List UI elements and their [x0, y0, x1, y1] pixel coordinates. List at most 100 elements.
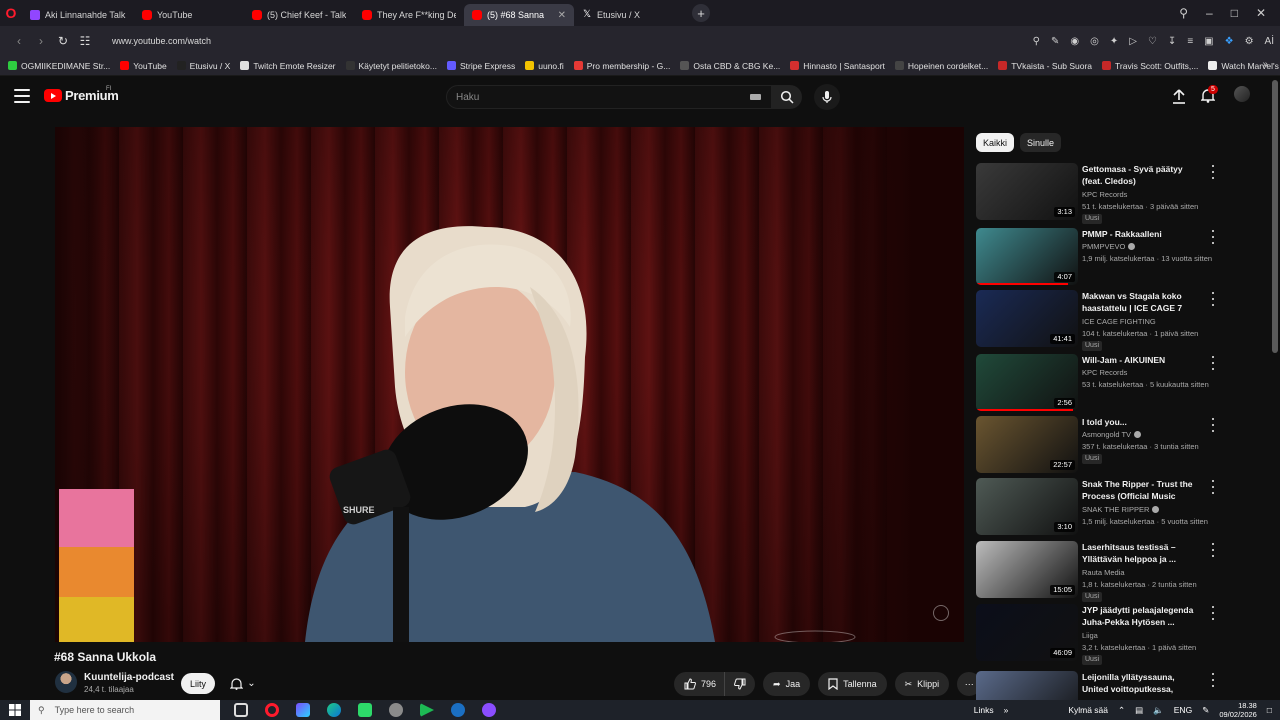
subscription-notifications-button[interactable]: ⌄ — [224, 673, 262, 694]
recommended-video-channel[interactable]: PMMPVEVO — [1082, 242, 1136, 251]
notifications-button[interactable]: 5 — [1200, 85, 1218, 106]
recommended-video-title[interactable]: Gettomasa - Syvä päätyy (feat. Cledos) — [1082, 163, 1202, 187]
guide-menu-button[interactable] — [14, 89, 30, 103]
account-avatar[interactable] — [1234, 86, 1250, 102]
app-play-icon[interactable] — [420, 703, 434, 717]
more-options-icon[interactable] — [1210, 356, 1216, 370]
browser-tab[interactable]: Aki Linnanahde Talk Show — [22, 4, 134, 26]
settings-icon[interactable]: ⚙ — [1245, 36, 1254, 47]
bookmark-item[interactable]: Hopeinen cordelket... — [894, 61, 988, 71]
recommended-video-title[interactable]: JYP jäädytti pelaajalegenda Juha-Pekka H… — [1082, 604, 1202, 628]
recommended-video-title[interactable]: Snak The Ripper - Trust the Process (Off… — [1082, 478, 1202, 503]
recommended-video-channel[interactable]: KPC Records — [1082, 368, 1127, 377]
clock[interactable]: 18.38 09/02/2026 — [1219, 701, 1257, 719]
recommended-video[interactable]: 3:13 Gettomasa - Syvä päätyy (feat. Cledo… — [976, 163, 1226, 224]
forward-button[interactable]: › — [30, 34, 52, 48]
zoom-icon[interactable]: ⚲ — [1033, 36, 1040, 47]
ms-store-icon[interactable] — [296, 703, 310, 717]
reload-button[interactable]: ↻ — [52, 34, 74, 48]
taskbar-search-input[interactable]: ⚲ Type here to search — [30, 700, 220, 720]
recommended-video[interactable]: 22:57 I told you... Asmongold TV 357 t. kat… — [976, 416, 1226, 474]
start-button[interactable] — [0, 704, 30, 716]
browser-tab[interactable]: (5) Chief Keef - Talking Id... — [244, 4, 354, 26]
site-info-icon[interactable]: ☷ — [74, 34, 96, 48]
recommended-video[interactable]: 2:56 Will-Jam - AIKUINEN KPC Records 53 t. … — [976, 354, 1226, 412]
recommended-video-channel[interactable]: Liiga — [1082, 631, 1098, 640]
more-options-icon[interactable] — [1210, 230, 1216, 244]
recommended-video-title[interactable]: I told you... — [1082, 416, 1202, 428]
video-player[interactable]: SHURE — [55, 127, 964, 642]
steam-icon[interactable] — [451, 703, 465, 717]
recommended-video-title[interactable]: PMMP - Rakkaalleni — [1082, 228, 1202, 240]
bookmark-item[interactable]: Osta CBD & CBG Ke... — [680, 61, 780, 71]
extension-icon[interactable]: ✦ — [1110, 36, 1118, 47]
bookmark-item[interactable]: YouTube — [120, 61, 167, 71]
recommended-video[interactable]: 15:05 Laserhitsaus testissä – Yllättävän … — [976, 541, 1226, 602]
tab-search-icon[interactable]: ⚲ — [1179, 6, 1188, 20]
recommended-video-channel[interactable]: Asmongold TV — [1082, 430, 1142, 439]
notification-center-icon[interactable]: □ — [1267, 705, 1272, 715]
close-window-button[interactable]: ✕ — [1256, 6, 1266, 20]
bookmark-item[interactable]: Twitch Emote Resizer — [240, 61, 336, 71]
chevron-icon[interactable]: » — [1004, 705, 1009, 715]
browser-tab[interactable]: (5) #68 Sanna Ukkola ✕ — [464, 4, 574, 26]
camera-icon[interactable]: ◉ — [1070, 36, 1079, 47]
weather-label[interactable]: Kylmä sää — [1068, 705, 1108, 715]
opera-icon[interactable] — [265, 703, 279, 717]
volume-icon[interactable]: 🔈 — [1153, 705, 1164, 716]
filter-chip[interactable]: Sinulle — [1020, 133, 1062, 152]
recommended-video-title[interactable]: Makwan vs Stagala koko haastattelu | ICE… — [1082, 290, 1202, 314]
browser-tab[interactable]: 𝕏 Etusivu / X — [574, 4, 686, 26]
bookmark-item[interactable]: OGMIIKEDIMANE Str... — [8, 61, 110, 71]
bookmark-item[interactable]: TVkaista - Sub Suora — [998, 61, 1092, 71]
video-thumbnail[interactable]: 2:56 — [976, 354, 1078, 411]
more-options-icon[interactable] — [1210, 292, 1216, 306]
app-green-icon[interactable] — [358, 703, 372, 717]
recommended-video-title[interactable]: Leijonilla yllätyssauna, United voittopu… — [1082, 671, 1202, 696]
video-thumbnail[interactable]: 41:41 — [976, 290, 1078, 347]
edge-icon[interactable] — [327, 703, 341, 717]
search-button[interactable] — [772, 85, 802, 109]
puzzle-icon[interactable]: ❖ — [1225, 36, 1234, 47]
recommended-video-channel[interactable]: SNAK THE RIPPER — [1082, 505, 1160, 514]
ai-button[interactable]: Aİ — [1265, 36, 1274, 47]
more-options-icon[interactable] — [1210, 165, 1216, 179]
voice-search-button[interactable] — [814, 84, 840, 110]
channel-watermark-icon[interactable] — [933, 605, 949, 621]
channel-name[interactable]: Kuuntelija-podcast — [84, 672, 174, 683]
bookmark-item[interactable]: Stripe Express — [446, 61, 515, 71]
video-thumbnail[interactable]: 4:07 — [976, 228, 1078, 285]
more-options-icon[interactable] — [1210, 418, 1216, 432]
recommended-video-title[interactable]: Will-Jam - AIKUINEN — [1082, 354, 1202, 366]
recommended-video[interactable]: 4:07 PMMP - Rakkaalleni PMMPVEVO 1,9 milj. … — [976, 228, 1226, 286]
recommended-video[interactable]: 46:09 JYP jäädytti pelaajalegenda Juha-Pe… — [976, 604, 1226, 665]
recommended-video-channel[interactable]: Rauta Media — [1082, 568, 1125, 577]
new-tab-button[interactable]: + — [692, 4, 710, 22]
app-gray-icon[interactable] — [389, 703, 403, 717]
like-button[interactable]: 796 — [674, 672, 725, 696]
keyboard-icon[interactable] — [750, 94, 761, 100]
tray-expand-icon[interactable]: ⌃ — [1118, 705, 1125, 716]
video-thumbnail[interactable]: 22:57 — [976, 416, 1078, 473]
recommended-video-channel[interactable]: KPC Records — [1082, 190, 1127, 199]
bookmarks-overflow-icon[interactable]: » — [1262, 59, 1268, 70]
recommended-video[interactable]: 3:10 Snak The Ripper - Trust the Process … — [976, 478, 1226, 536]
bookmark-item[interactable]: Etusivu / X — [176, 61, 230, 71]
vpn-icon[interactable]: ◎ — [1090, 36, 1099, 47]
video-thumbnail[interactable]: 3:13 — [976, 163, 1078, 220]
create-upload-icon[interactable] — [1172, 89, 1186, 104]
video-thumbnail[interactable]: 15:05 — [976, 541, 1078, 598]
menu-icon[interactable]: ≡ — [1187, 36, 1193, 47]
clip-button[interactable]: ✂ Klippi — [894, 672, 950, 696]
bookmark-item[interactable]: Käytetyt pelitietoko... — [345, 61, 437, 71]
wallet-icon[interactable]: ▣ — [1204, 36, 1213, 47]
dislike-button[interactable] — [724, 672, 756, 696]
maximize-button[interactable]: □ — [1231, 6, 1238, 20]
recommended-video-title[interactable]: Laserhitsaus testissä – Yllättävän helpp… — [1082, 541, 1202, 565]
links-toolbar[interactable]: Links — [974, 705, 994, 715]
page-scrollbar[interactable] — [1272, 80, 1278, 353]
more-options-icon[interactable] — [1210, 543, 1216, 557]
url-field[interactable]: www.youtube.com/watch — [112, 36, 211, 46]
share-button[interactable]: ➦ Jaa — [763, 672, 811, 696]
pen-icon[interactable]: ✎ — [1202, 705, 1209, 716]
